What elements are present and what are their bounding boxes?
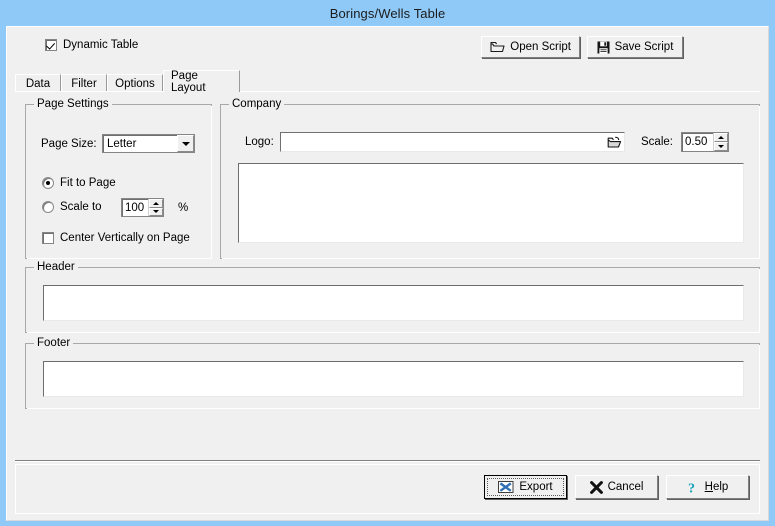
footer-group: Footer	[25, 337, 760, 409]
tab-data[interactable]: Data	[15, 74, 61, 92]
cancel-button[interactable]: Cancel	[575, 475, 658, 499]
tab-options-label: Options	[115, 77, 155, 90]
page-settings-group-label: Page Settings	[34, 98, 112, 110]
company-group: Company Logo: Scale: 0.50	[220, 98, 760, 259]
company-scale-decrement-button[interactable]	[714, 142, 728, 151]
company-scale-label: Scale:	[641, 136, 673, 148]
center-vertically-checkbox-box[interactable]	[42, 232, 54, 244]
page-size-dropdown[interactable]: Letter	[102, 134, 195, 153]
scale-to-increment-button[interactable]	[149, 199, 163, 208]
title-bar: Borings/Wells Table	[0, 0, 775, 26]
arrow-down-icon	[153, 210, 159, 214]
dialog-window: Borings/Wells Table Dynamic Table Open S…	[0, 0, 775, 526]
cancel-x-icon	[589, 480, 603, 494]
fit-to-page-radio[interactable]: Fit to Page	[42, 177, 116, 189]
browse-folder-icon	[607, 136, 622, 149]
tab-data-label: Data	[25, 77, 51, 90]
tab-filter[interactable]: Filter	[61, 74, 107, 92]
header-textarea[interactable]	[43, 285, 744, 321]
company-group-label: Company	[229, 98, 285, 110]
arrow-up-icon	[153, 201, 159, 205]
company-scale-stepper-buttons[interactable]	[713, 133, 728, 151]
script-button-group: Open Script Save Script	[481, 36, 683, 58]
help-label-mnemonic: H	[704, 481, 713, 493]
scale-to-decrement-button[interactable]	[149, 207, 163, 216]
browse-folder-button[interactable]	[604, 133, 624, 151]
svg-text:?: ?	[688, 481, 695, 495]
help-label-rest: elp	[712, 481, 729, 493]
scale-to-stepper[interactable]: 100	[121, 198, 164, 217]
page-size-value: Letter	[107, 137, 137, 150]
page-size-dropdown-button[interactable]	[177, 135, 194, 152]
open-script-button[interactable]: Open Script	[481, 36, 580, 58]
fit-to-page-label: Fit to Page	[60, 177, 116, 189]
footer-textarea[interactable]	[43, 361, 744, 397]
open-script-label: Open Script	[510, 41, 571, 53]
fit-to-page-radio-dot[interactable]	[42, 177, 54, 189]
scale-to-label: Scale to	[60, 201, 102, 213]
dialog-client-area: Dynamic Table Open Script Save Script Da…	[6, 26, 769, 521]
tab-page-layout-label: Page Layout	[171, 69, 206, 94]
save-script-label: Save Script	[614, 41, 674, 53]
dialog-action-buttons: Export Cancel ? Help	[476, 475, 749, 499]
center-vertically-label: Center Vertically on Page	[60, 232, 190, 244]
dynamic-table-label: Dynamic Table	[63, 39, 139, 51]
question-mark-icon: ?	[687, 480, 700, 496]
help-label: Help	[705, 481, 729, 493]
save-script-button[interactable]: Save Script	[587, 36, 683, 58]
open-folder-icon	[490, 41, 505, 53]
scale-to-radio[interactable]: Scale to	[42, 201, 102, 213]
logo-label: Logo:	[245, 136, 274, 148]
company-scale-stepper[interactable]: 0.50	[681, 132, 729, 152]
dynamic-table-checkbox[interactable]: Dynamic Table	[45, 39, 138, 51]
tab-page-layout[interactable]: Page Layout	[163, 69, 240, 94]
arrow-down-icon	[718, 145, 724, 148]
tab-strip: Data Filter Options Page Layout	[15, 69, 760, 94]
floppy-disk-icon	[597, 41, 610, 54]
bottom-button-bar: Export Cancel ? Help	[15, 464, 760, 514]
scale-to-value[interactable]: 100	[122, 199, 148, 216]
arrow-up-icon	[718, 136, 724, 139]
scale-to-radio-dot[interactable]	[42, 201, 54, 213]
scale-to-stepper-buttons[interactable]	[148, 199, 163, 216]
logo-input[interactable]	[280, 132, 625, 152]
center-vertically-checkbox[interactable]: Center Vertically on Page	[42, 232, 190, 244]
tab-options[interactable]: Options	[107, 74, 163, 92]
top-toolbar: Dynamic Table Open Script Save Script	[7, 27, 768, 67]
header-group-label: Header	[34, 261, 78, 273]
cancel-label: Cancel	[607, 481, 644, 493]
export-label: Export	[519, 481, 553, 493]
export-button[interactable]: Export	[484, 475, 567, 499]
page-size-label: Page Size:	[41, 138, 97, 150]
percent-label: %	[178, 202, 189, 214]
window-title: Borings/Wells Table	[329, 5, 446, 21]
header-group: Header	[25, 261, 760, 333]
company-scale-value[interactable]: 0.50	[682, 133, 713, 151]
bottom-separator	[15, 460, 760, 462]
help-button[interactable]: ? Help	[666, 475, 749, 499]
dynamic-table-checkbox-box[interactable]	[45, 39, 57, 51]
tab-filter-label: Filter	[71, 77, 97, 90]
tab-underline	[15, 91, 760, 92]
footer-group-label: Footer	[34, 337, 74, 349]
company-scale-increment-button[interactable]	[714, 133, 728, 142]
excel-export-icon	[498, 480, 514, 494]
page-settings-group: Page Settings Page Size: Letter Fit to P…	[25, 98, 212, 259]
company-logo-preview[interactable]	[238, 163, 744, 243]
chevron-down-icon	[181, 141, 190, 146]
